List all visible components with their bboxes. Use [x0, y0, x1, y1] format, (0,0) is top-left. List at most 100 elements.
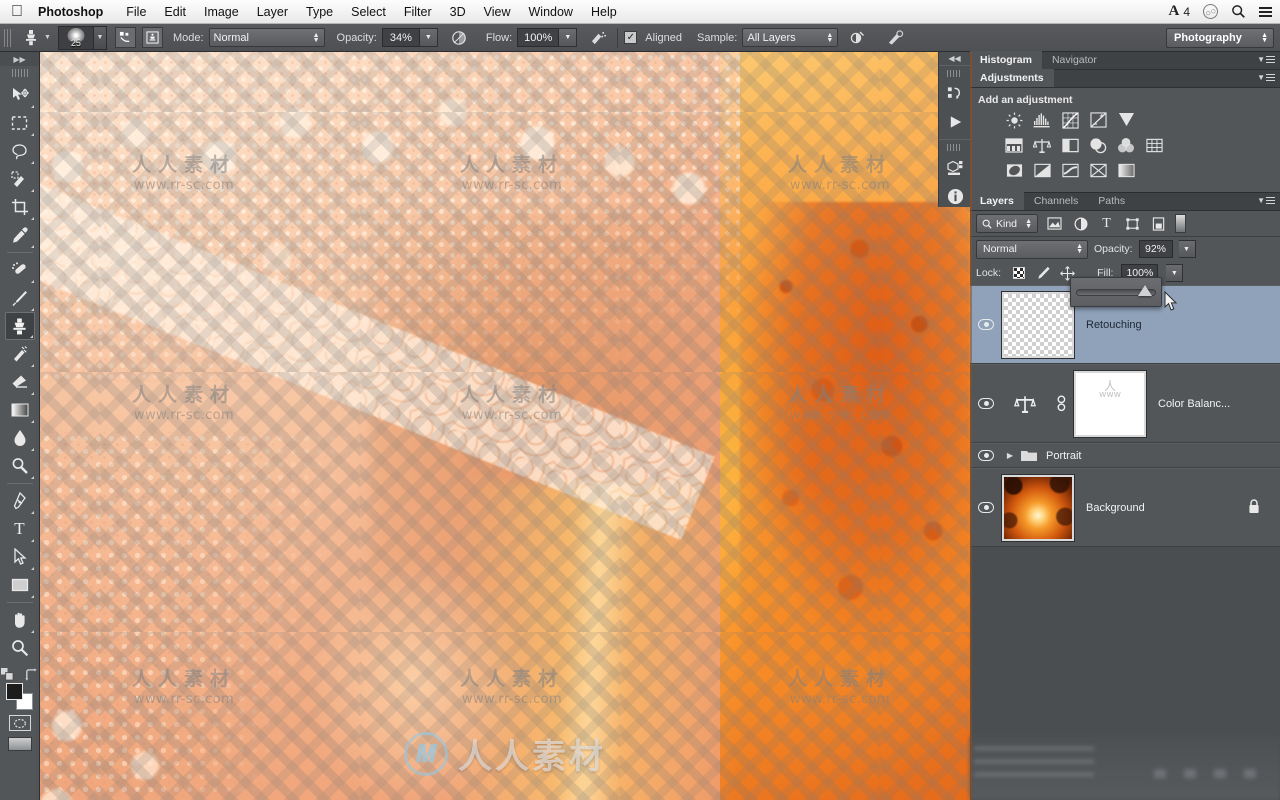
path-selection-tool[interactable]: [5, 543, 35, 571]
filter-pixel-icon[interactable]: [1045, 214, 1064, 233]
menu-item-select[interactable]: Select: [342, 0, 395, 24]
opacity-input[interactable]: 34%: [381, 28, 420, 47]
list-icon[interactable]: [1259, 6, 1272, 17]
ignore-adjustment-layers-icon[interactable]: [844, 27, 870, 49]
info-icon[interactable]: [939, 182, 971, 210]
clone-stamp-icon[interactable]: [18, 27, 44, 49]
selective-color-icon[interactable]: [1088, 161, 1108, 179]
search-icon[interactable]: [1231, 4, 1246, 19]
pressure-opacity-icon[interactable]: [446, 27, 472, 49]
menu-item-view[interactable]: View: [475, 0, 520, 24]
zoom-tool[interactable]: [5, 634, 35, 662]
aligned-checkbox[interactable]: ✓: [624, 31, 638, 44]
blend-mode-select[interactable]: Normal ▲ ▼: [976, 239, 1088, 259]
layer-visibility-toggle[interactable]: [970, 450, 1002, 461]
sample-select[interactable]: All Layers ▲ ▼: [742, 28, 839, 47]
lock-transparent-pixels-icon[interactable]: [1011, 265, 1027, 281]
quick-selection-tool[interactable]: [5, 165, 35, 193]
brightness-contrast-icon[interactable]: [1004, 111, 1024, 129]
collapse-panel-icon[interactable]: ▶▶: [0, 52, 39, 66]
document-canvas[interactable]: 人人素材 www.rr-sc.com 人人素材 www.rr-sc.com 人人素材…: [40, 52, 970, 800]
eyedropper-tool[interactable]: [5, 221, 35, 249]
layer-row-color-balance[interactable]: 人 www Color Balanc...: [970, 364, 1280, 443]
chevron-right-icon[interactable]: ▶: [1002, 451, 1018, 460]
layer-row-portrait-group[interactable]: ▶ Portrait: [970, 443, 1280, 468]
rectangular-marquee-tool[interactable]: [5, 109, 35, 137]
layer-name[interactable]: Retouching: [1086, 319, 1142, 331]
mode-select[interactable]: Normal ▲ ▼: [208, 28, 325, 47]
menu-item-window[interactable]: Window: [520, 0, 582, 24]
menu-item-filter[interactable]: Filter: [395, 0, 441, 24]
clone-stamp-tool[interactable]: [4, 312, 35, 340]
expand-panels-icon[interactable]: ◀◀: [939, 52, 970, 65]
pen-tool[interactable]: [5, 487, 35, 515]
photo-filter-icon[interactable]: [1088, 136, 1108, 154]
type-tool[interactable]: T: [5, 515, 35, 543]
default-colors-icon[interactable]: [1, 668, 14, 681]
layer-opacity-slider-popup[interactable]: [1070, 277, 1162, 307]
tab-layers[interactable]: Layers: [970, 192, 1024, 210]
vibrance-icon[interactable]: [1116, 111, 1136, 129]
lock-image-pixels-icon[interactable]: [1035, 265, 1051, 281]
history-icon[interactable]: [939, 80, 971, 108]
options-bar-grip[interactable]: [4, 28, 13, 47]
lasso-tool[interactable]: [5, 137, 35, 165]
menu-item-help[interactable]: Help: [582, 0, 626, 24]
flow-dropdown-icon[interactable]: ▼: [559, 28, 578, 47]
tab-paths[interactable]: Paths: [1088, 192, 1135, 210]
layer-row-background[interactable]: Background: [970, 468, 1280, 547]
channel-mixer-icon[interactable]: [1116, 136, 1136, 154]
clone-source-icon[interactable]: [141, 27, 163, 48]
workspace-select[interactable]: Photography ▲ ▼: [1166, 27, 1274, 48]
menu-item-image[interactable]: Image: [195, 0, 248, 24]
color-lookup-icon[interactable]: [1144, 136, 1164, 154]
apple-logo-icon[interactable]: : [0, 3, 34, 20]
layer-name[interactable]: Portrait: [1046, 450, 1081, 462]
tab-adjustments[interactable]: Adjustments: [970, 69, 1054, 87]
layer-visibility-toggle[interactable]: [970, 398, 1002, 409]
brush-preset-dropdown-arrow[interactable]: ▼: [93, 25, 107, 50]
levels-icon[interactable]: [1032, 111, 1052, 129]
blur-tool[interactable]: [5, 424, 35, 452]
layer-thumbnail[interactable]: [1001, 473, 1075, 542]
layer-thumbnail[interactable]: [1001, 290, 1075, 359]
panel-menu-icon[interactable]: ▼: [1257, 73, 1275, 82]
crop-tool[interactable]: [5, 193, 35, 221]
threshold-icon[interactable]: [1060, 161, 1080, 179]
panel-menu-icon[interactable]: ▼: [1257, 196, 1275, 205]
filter-type-icon[interactable]: T: [1097, 214, 1116, 233]
gradient-map-icon[interactable]: [1116, 161, 1136, 179]
menu-item-3d[interactable]: 3D: [441, 0, 475, 24]
screen-mode-icon[interactable]: [7, 737, 32, 751]
brush-preset-picker[interactable]: 25: [57, 25, 94, 50]
layer-visibility-toggle[interactable]: [970, 502, 1002, 513]
posterize-icon[interactable]: [1032, 161, 1052, 179]
hand-tool[interactable]: [5, 606, 35, 634]
opacity-dropdown-icon[interactable]: ▼: [419, 28, 438, 47]
gradient-tool[interactable]: [5, 396, 35, 424]
filter-shape-icon[interactable]: [1123, 214, 1142, 233]
filter-toggle-switch[interactable]: [1175, 214, 1186, 233]
3d-icon[interactable]: [939, 154, 971, 182]
eraser-tool[interactable]: [5, 368, 35, 396]
layer-opacity-slider-track[interactable]: [1076, 284, 1156, 296]
swap-colors-icon[interactable]: [24, 668, 38, 681]
tool-preset-caret-icon[interactable]: ▼: [44, 34, 51, 41]
layer-visibility-toggle[interactable]: [970, 319, 1002, 330]
layer-filter-kind-select[interactable]: Kind ▲ ▼: [976, 214, 1038, 233]
menu-item-type[interactable]: Type: [297, 0, 342, 24]
dodge-tool[interactable]: [5, 452, 35, 480]
invert-icon[interactable]: [1004, 161, 1024, 179]
spot-healing-brush-tool[interactable]: [5, 256, 35, 284]
filter-adjustment-icon[interactable]: [1071, 214, 1090, 233]
menu-item-layer[interactable]: Layer: [248, 0, 297, 24]
rectangle-tool[interactable]: [5, 571, 35, 599]
actions-play-icon[interactable]: [939, 108, 971, 136]
exposure-icon[interactable]: [1088, 111, 1108, 129]
history-brush-tool[interactable]: [5, 340, 35, 368]
layer-name[interactable]: Background: [1086, 502, 1145, 514]
menu-item-photoshop[interactable]: Photoshop: [34, 0, 117, 24]
foreground-color-swatch[interactable]: [5, 683, 23, 700]
layer-opacity-input[interactable]: 92%: [1138, 240, 1173, 258]
menu-item-file[interactable]: File: [117, 0, 155, 24]
